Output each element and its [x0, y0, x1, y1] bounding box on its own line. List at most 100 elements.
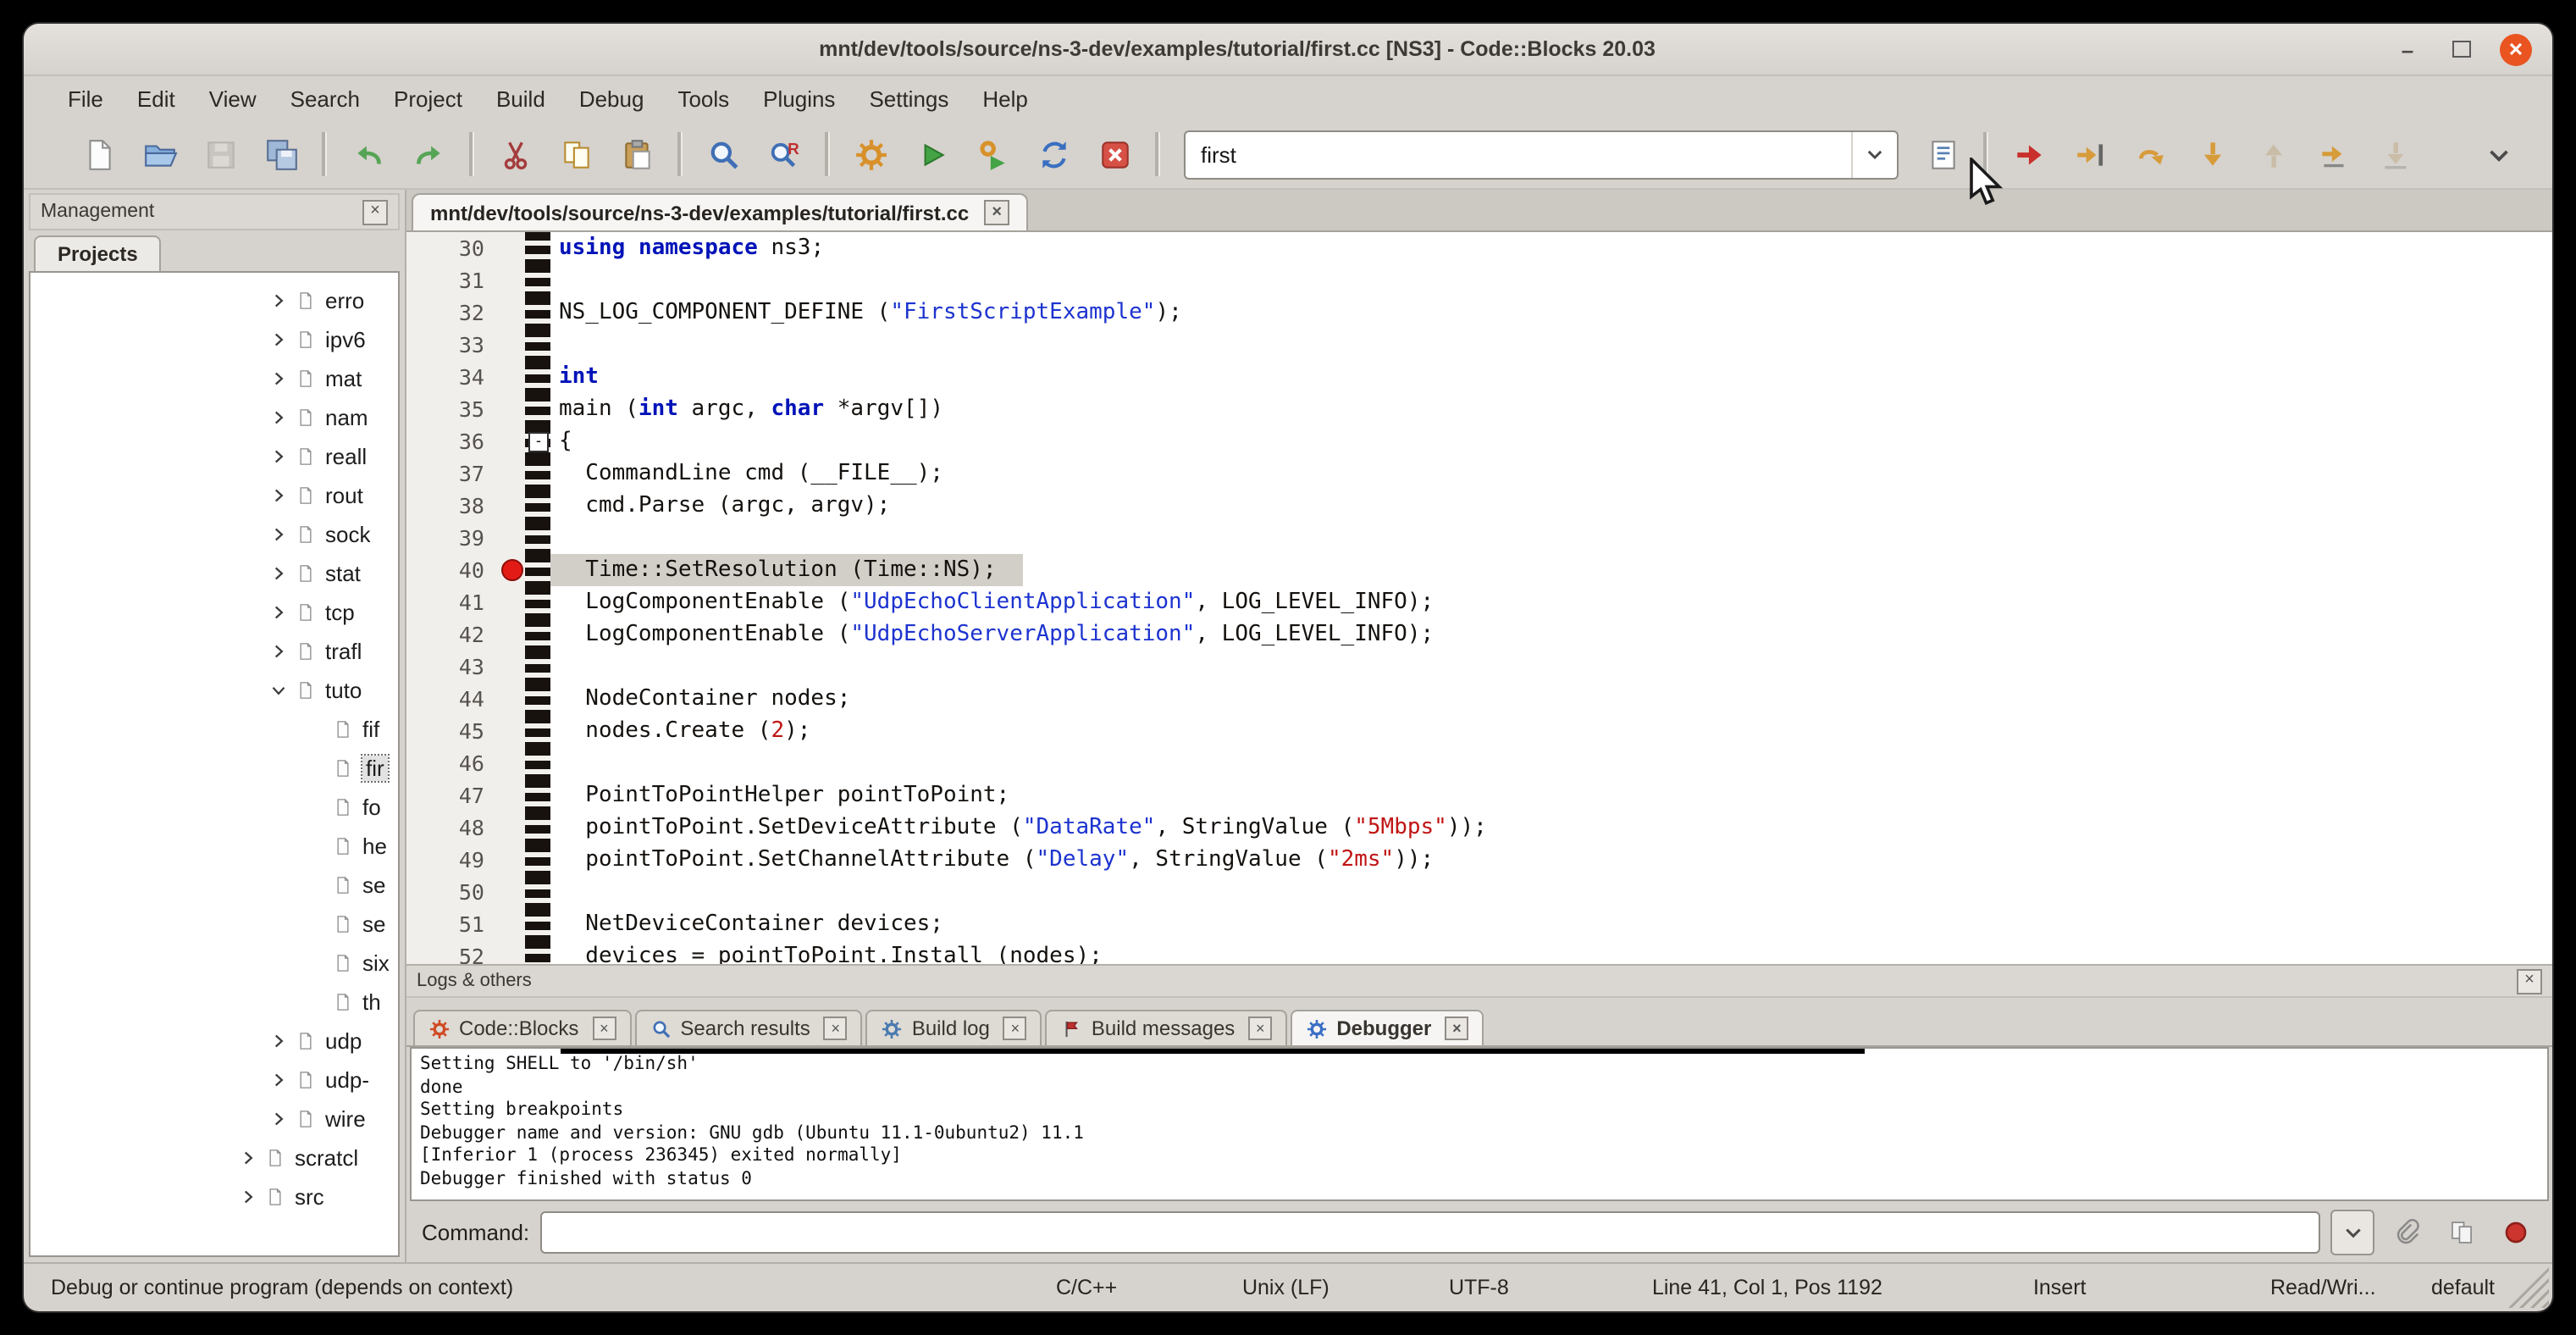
menu-tools[interactable]: Tools [661, 80, 746, 116]
editor-line-36[interactable]: 36-{ [406, 425, 2552, 457]
open-file-button[interactable] [134, 129, 185, 180]
breakpoint-margin[interactable] [498, 812, 525, 844]
breakpoint-margin[interactable] [498, 683, 525, 715]
find-button[interactable] [698, 129, 749, 180]
redo-button[interactable] [403, 129, 454, 180]
tree-item-nam[interactable]: nam [30, 398, 398, 437]
editor-line-37[interactable]: 37 CommandLine cmd (__FILE__); [406, 457, 2552, 490]
tree-item-tcp[interactable]: tcp [30, 593, 398, 632]
build-button[interactable] [845, 129, 896, 180]
breakpoint-margin[interactable] [498, 940, 525, 964]
tab-close-icon[interactable]: × [1445, 1016, 1468, 1040]
next-instruction-button[interactable] [2308, 129, 2359, 180]
step-into-button[interactable] [2186, 129, 2237, 180]
run-to-cursor-button[interactable] [2065, 129, 2115, 180]
tree-item-rout[interactable]: rout [30, 476, 398, 515]
chevron-collapsed-icon[interactable] [268, 407, 290, 429]
editor-line-31[interactable]: 31 [406, 264, 2552, 296]
breakpoint-margin[interactable] [498, 908, 525, 940]
editor-line-32[interactable]: 32NS_LOG_COMPONENT_DEFINE ("FirstScriptE… [406, 296, 2552, 329]
editor-line-48[interactable]: 48 pointToPoint.SetDeviceAttribute ("Dat… [406, 812, 2552, 844]
breakpoint-margin[interactable] [498, 554, 525, 586]
undo-button[interactable] [342, 129, 393, 180]
editor-line-44[interactable]: 44 NodeContainer nodes; [406, 683, 2552, 715]
editor-line-51[interactable]: 51 NetDeviceContainer devices; [406, 908, 2552, 940]
chevron-collapsed-icon[interactable] [237, 1186, 259, 1208]
breakpoint-margin[interactable] [498, 876, 525, 908]
breakpoint-margin[interactable] [498, 232, 525, 264]
debug-continue-button[interactable] [2004, 129, 2054, 180]
breakpoint-margin[interactable] [498, 844, 525, 876]
editor-line-47[interactable]: 47 PointToPointHelper pointToPoint; [406, 779, 2552, 812]
build-and-run-button[interactable] [967, 129, 1018, 180]
breakpoint-margin[interactable] [498, 296, 525, 329]
menu-help[interactable]: Help [965, 80, 1045, 116]
tab-close-icon[interactable]: × [592, 1016, 616, 1040]
tree-item-reall[interactable]: reall [30, 437, 398, 476]
breakpoint-margin[interactable] [498, 618, 525, 651]
tab-projects[interactable]: Projects [34, 235, 162, 271]
debugger-log[interactable]: Setting SHELL to '/bin/sh'doneSetting br… [410, 1047, 2549, 1201]
tree-item-trafl[interactable]: trafl [30, 632, 398, 671]
chevron-collapsed-icon[interactable] [268, 290, 290, 312]
chevron-collapsed-icon[interactable] [268, 1108, 290, 1130]
copy-log-button[interactable] [2439, 1210, 2483, 1253]
logs-close-icon[interactable]: × [2517, 968, 2542, 994]
editor-line-33[interactable]: 33 [406, 329, 2552, 361]
rebuild-button[interactable] [1028, 129, 1079, 180]
chevron-collapsed-icon[interactable] [268, 1030, 290, 1052]
editor-line-38[interactable]: 38 cmd.Parse (argc, argv); [406, 490, 2552, 522]
logs-caption[interactable]: Logs & others × [406, 966, 2552, 998]
maximize-button[interactable] [2446, 33, 2478, 65]
close-button[interactable]: ✕ [2500, 33, 2532, 65]
copy-button[interactable] [550, 129, 601, 180]
tree-item-tuto[interactable]: tuto [30, 671, 398, 710]
editor-line-52[interactable]: 52 devices = pointToPoint.Install (nodes… [406, 940, 2552, 964]
editor-tab-first-cc[interactable]: mnt/dev/tools/source/ns-3-dev/examples/t… [412, 193, 1028, 230]
replace-button[interactable]: R [759, 129, 810, 180]
chevron-collapsed-icon[interactable] [268, 601, 290, 623]
breakpoint-marker[interactable] [500, 559, 522, 581]
tree-item-fif[interactable]: fif [30, 710, 398, 749]
management-caption[interactable]: Management × [29, 193, 400, 230]
editor-line-34[interactable]: 34int [406, 361, 2552, 393]
breakpoint-margin[interactable] [498, 329, 525, 361]
tree-item-sock[interactable]: sock [30, 515, 398, 554]
chevron-collapsed-icon[interactable] [268, 523, 290, 546]
editor-tab-close-icon[interactable]: × [984, 200, 1009, 225]
menu-project[interactable]: Project [377, 80, 479, 116]
incremental-search-button[interactable] [1917, 129, 1968, 180]
menu-edit[interactable]: Edit [120, 80, 192, 116]
breakpoint-margin[interactable] [498, 490, 525, 522]
breakpoint-margin[interactable] [498, 651, 525, 683]
editor-line-49[interactable]: 49 pointToPoint.SetChannelAttribute ("De… [406, 844, 2552, 876]
tab-close-icon[interactable]: × [824, 1016, 848, 1040]
tree-item-fo[interactable]: fo [30, 788, 398, 827]
chevron-collapsed-icon[interactable] [268, 446, 290, 468]
logs-tab-build-messages[interactable]: Build messages× [1046, 1010, 1287, 1045]
tree-item-wire[interactable]: wire [30, 1100, 398, 1138]
editor-line-30[interactable]: 30using namespace ns3; [406, 232, 2552, 264]
tree-item-fir[interactable]: fir [30, 749, 398, 788]
project-tree[interactable]: erroipv6matnamreallroutsockstattcptraflt… [29, 271, 400, 1257]
attach-button[interactable] [2385, 1210, 2429, 1253]
step-into-instruction-button[interactable] [2369, 129, 2420, 180]
chevron-collapsed-icon[interactable] [268, 329, 290, 351]
editor-line-43[interactable]: 43 [406, 651, 2552, 683]
tree-item-src[interactable]: src [30, 1177, 398, 1216]
editor-line-41[interactable]: 41 LogComponentEnable ("UdpEchoClientApp… [406, 586, 2552, 618]
tab-close-icon[interactable]: × [1003, 1016, 1027, 1040]
fold-marker[interactable]: - [528, 432, 549, 452]
logs-tab-code-blocks[interactable]: Code::Blocks× [413, 1010, 631, 1045]
tree-item-mat[interactable]: mat [30, 359, 398, 398]
menu-debug[interactable]: Debug [562, 80, 661, 116]
logs-tab-debugger[interactable]: Debugger× [1291, 1010, 1484, 1045]
menu-build[interactable]: Build [479, 80, 562, 116]
chevron-collapsed-icon[interactable] [268, 1069, 290, 1091]
breakpoint-margin[interactable] [498, 393, 525, 425]
chevron-collapsed-icon[interactable] [268, 562, 290, 584]
step-out-button[interactable] [2247, 129, 2298, 180]
chevron-collapsed-icon[interactable] [268, 640, 290, 662]
tree-item-se[interactable]: se [30, 866, 398, 905]
chevron-expanded-icon[interactable] [268, 679, 290, 701]
